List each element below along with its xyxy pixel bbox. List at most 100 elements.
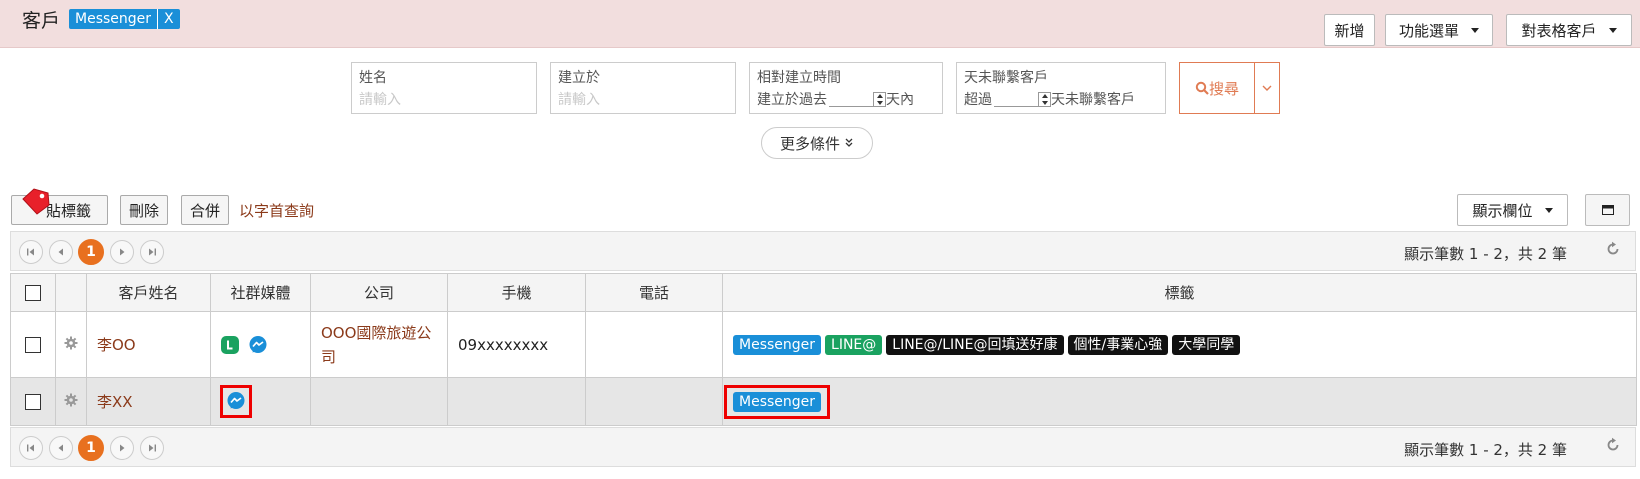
prev-page-icon	[58, 248, 63, 256]
tag-chip[interactable]: LINE@/LINE@回填送好康	[886, 334, 1064, 355]
page-1-button[interactable]: 1	[78, 239, 104, 265]
first-page-icon	[27, 444, 34, 452]
highlight-box	[220, 385, 252, 418]
tag-chip[interactable]: LINE@	[825, 334, 883, 355]
row-checkbox[interactable]	[25, 394, 41, 410]
phone-cell	[585, 377, 723, 426]
line-icon[interactable]	[221, 335, 239, 354]
relative-created-field: 相對建立時間 建立於過去 天內	[749, 62, 943, 114]
name-field-label: 姓名	[359, 70, 387, 86]
relative-created-prefix: 建立於過去	[757, 92, 827, 108]
last-page-button[interactable]	[140, 240, 164, 264]
customer-table: 客戶姓名 社群媒體 公司 手機 電話 標籤 李OO OOO國際旅遊公司 09xx…	[10, 273, 1637, 426]
spin-down-icon[interactable]	[876, 100, 883, 105]
search-button[interactable]: 搜尋	[1179, 62, 1255, 114]
search-icon	[1195, 81, 1209, 95]
gear-icon[interactable]	[64, 336, 78, 350]
refresh-button[interactable]	[1605, 437, 1621, 457]
col-header-tags[interactable]: 標籤	[722, 273, 1637, 312]
col-header-mobile[interactable]: 手機	[447, 273, 586, 312]
filter-tag-remove-button[interactable]: X	[157, 9, 180, 29]
select-all-cell	[10, 273, 56, 312]
refresh-button[interactable]	[1605, 241, 1621, 261]
tag-button[interactable]: 貼標籤	[11, 188, 108, 225]
refresh-icon	[1607, 437, 1619, 451]
tag-chip[interactable]: Messenger	[733, 391, 822, 412]
row-checkbox[interactable]	[25, 337, 41, 353]
record-count-info: 顯示筆數 1 - 2，共 2 筆	[1404, 245, 1567, 263]
next-page-button[interactable]	[110, 436, 134, 460]
function-menu-button[interactable]: 功能選單	[1385, 14, 1493, 46]
created-at-field[interactable]: 建立於 請輸入	[550, 62, 736, 114]
select-all-checkbox[interactable]	[25, 285, 41, 301]
bottom-pager: 1 顯示筆數 1 - 2，共 2 筆	[10, 427, 1636, 467]
page-title: 客戶	[22, 10, 61, 32]
table-row[interactable]: 李XX Messenger	[10, 377, 1637, 426]
prev-page-button[interactable]	[49, 436, 73, 460]
social-cell	[210, 311, 311, 378]
no-contact-days-input[interactable]	[994, 92, 1038, 107]
next-page-icon	[120, 248, 125, 256]
col-header-social[interactable]: 社群媒體	[210, 273, 311, 312]
merge-button[interactable]: 合併	[181, 195, 229, 225]
maximize-button[interactable]	[1585, 194, 1630, 226]
next-page-button[interactable]	[110, 240, 134, 264]
double-chevron-down-icon	[845, 138, 853, 147]
spin-down-icon[interactable]	[1041, 100, 1048, 105]
tag-chip[interactable]: 大學同學	[1172, 334, 1241, 355]
price-tag-icon	[22, 188, 50, 215]
last-page-button[interactable]	[140, 436, 164, 460]
tags-cell: Messenger	[722, 377, 1637, 426]
spin-up-icon[interactable]	[876, 93, 883, 98]
prev-page-button[interactable]	[49, 240, 73, 264]
record-count-info: 顯示筆數 1 - 2，共 2 筆	[1404, 441, 1567, 459]
chevron-down-icon	[1262, 85, 1272, 91]
window-maximize-icon	[1601, 205, 1614, 215]
next-page-icon	[120, 444, 125, 452]
relative-created-suffix: 天內	[886, 92, 914, 108]
active-filter-tag: Messenger X	[69, 9, 180, 29]
add-button[interactable]: 新增	[1324, 14, 1375, 46]
relative-days-input[interactable]	[829, 92, 873, 107]
table-header-row: 客戶姓名 社群媒體 公司 手機 電話 標籤	[10, 273, 1637, 312]
col-header-company[interactable]: 公司	[310, 273, 448, 312]
more-conditions-button[interactable]: 更多條件	[761, 127, 873, 159]
created-at-field-placeholder: 請輸入	[558, 92, 600, 108]
no-contact-field: 天未聯繫客戶 超過 天未聯繫客戶	[956, 62, 1166, 114]
name-field[interactable]: 姓名 請輸入	[351, 62, 537, 114]
mobile-cell	[447, 377, 586, 426]
no-contact-label: 天未聯繫客戶	[964, 70, 1048, 86]
delete-button[interactable]: 刪除	[120, 195, 168, 225]
messenger-icon[interactable]	[248, 335, 268, 355]
messenger-icon[interactable]	[226, 391, 246, 411]
col-header-name[interactable]: 客戶姓名	[86, 273, 211, 312]
relative-days-spinner[interactable]	[873, 91, 886, 107]
tag-chip[interactable]: 個性/事業心強	[1067, 334, 1169, 355]
initial-search-link[interactable]: 以字首查詢	[239, 200, 314, 221]
no-contact-prefix: 超過	[964, 92, 992, 108]
search-options-dropdown[interactable]	[1254, 62, 1280, 114]
table-row[interactable]: 李OO OOO國際旅遊公司 09xxxxxxxx Messenger LINE@ L…	[10, 311, 1637, 378]
display-columns-button[interactable]: 顯示欄位	[1457, 194, 1568, 226]
gear-icon[interactable]	[64, 393, 78, 407]
settings-header	[55, 273, 87, 312]
tag-chip[interactable]: Messenger	[733, 334, 822, 355]
customer-name-cell: 李XX	[86, 377, 211, 426]
table-customers-button[interactable]: 對表格客戶	[1506, 14, 1632, 46]
company-cell	[310, 377, 448, 426]
filter-tag-label: Messenger	[69, 9, 158, 29]
page-1-button[interactable]: 1	[78, 435, 104, 461]
social-cell	[210, 377, 311, 426]
customer-name-link[interactable]: 李OO	[97, 336, 136, 354]
row-settings-cell	[55, 311, 87, 378]
customer-name-link[interactable]: 李XX	[97, 393, 133, 411]
last-page-icon	[149, 444, 156, 452]
no-contact-days-spinner[interactable]	[1038, 91, 1051, 107]
col-header-phone[interactable]: 電話	[585, 273, 723, 312]
first-page-button[interactable]	[19, 240, 43, 264]
first-page-button[interactable]	[19, 436, 43, 460]
spin-up-icon[interactable]	[1041, 93, 1048, 98]
name-field-placeholder: 請輸入	[359, 92, 401, 108]
first-page-icon	[27, 248, 34, 256]
company-link[interactable]: OOO國際旅遊公司	[321, 324, 431, 366]
